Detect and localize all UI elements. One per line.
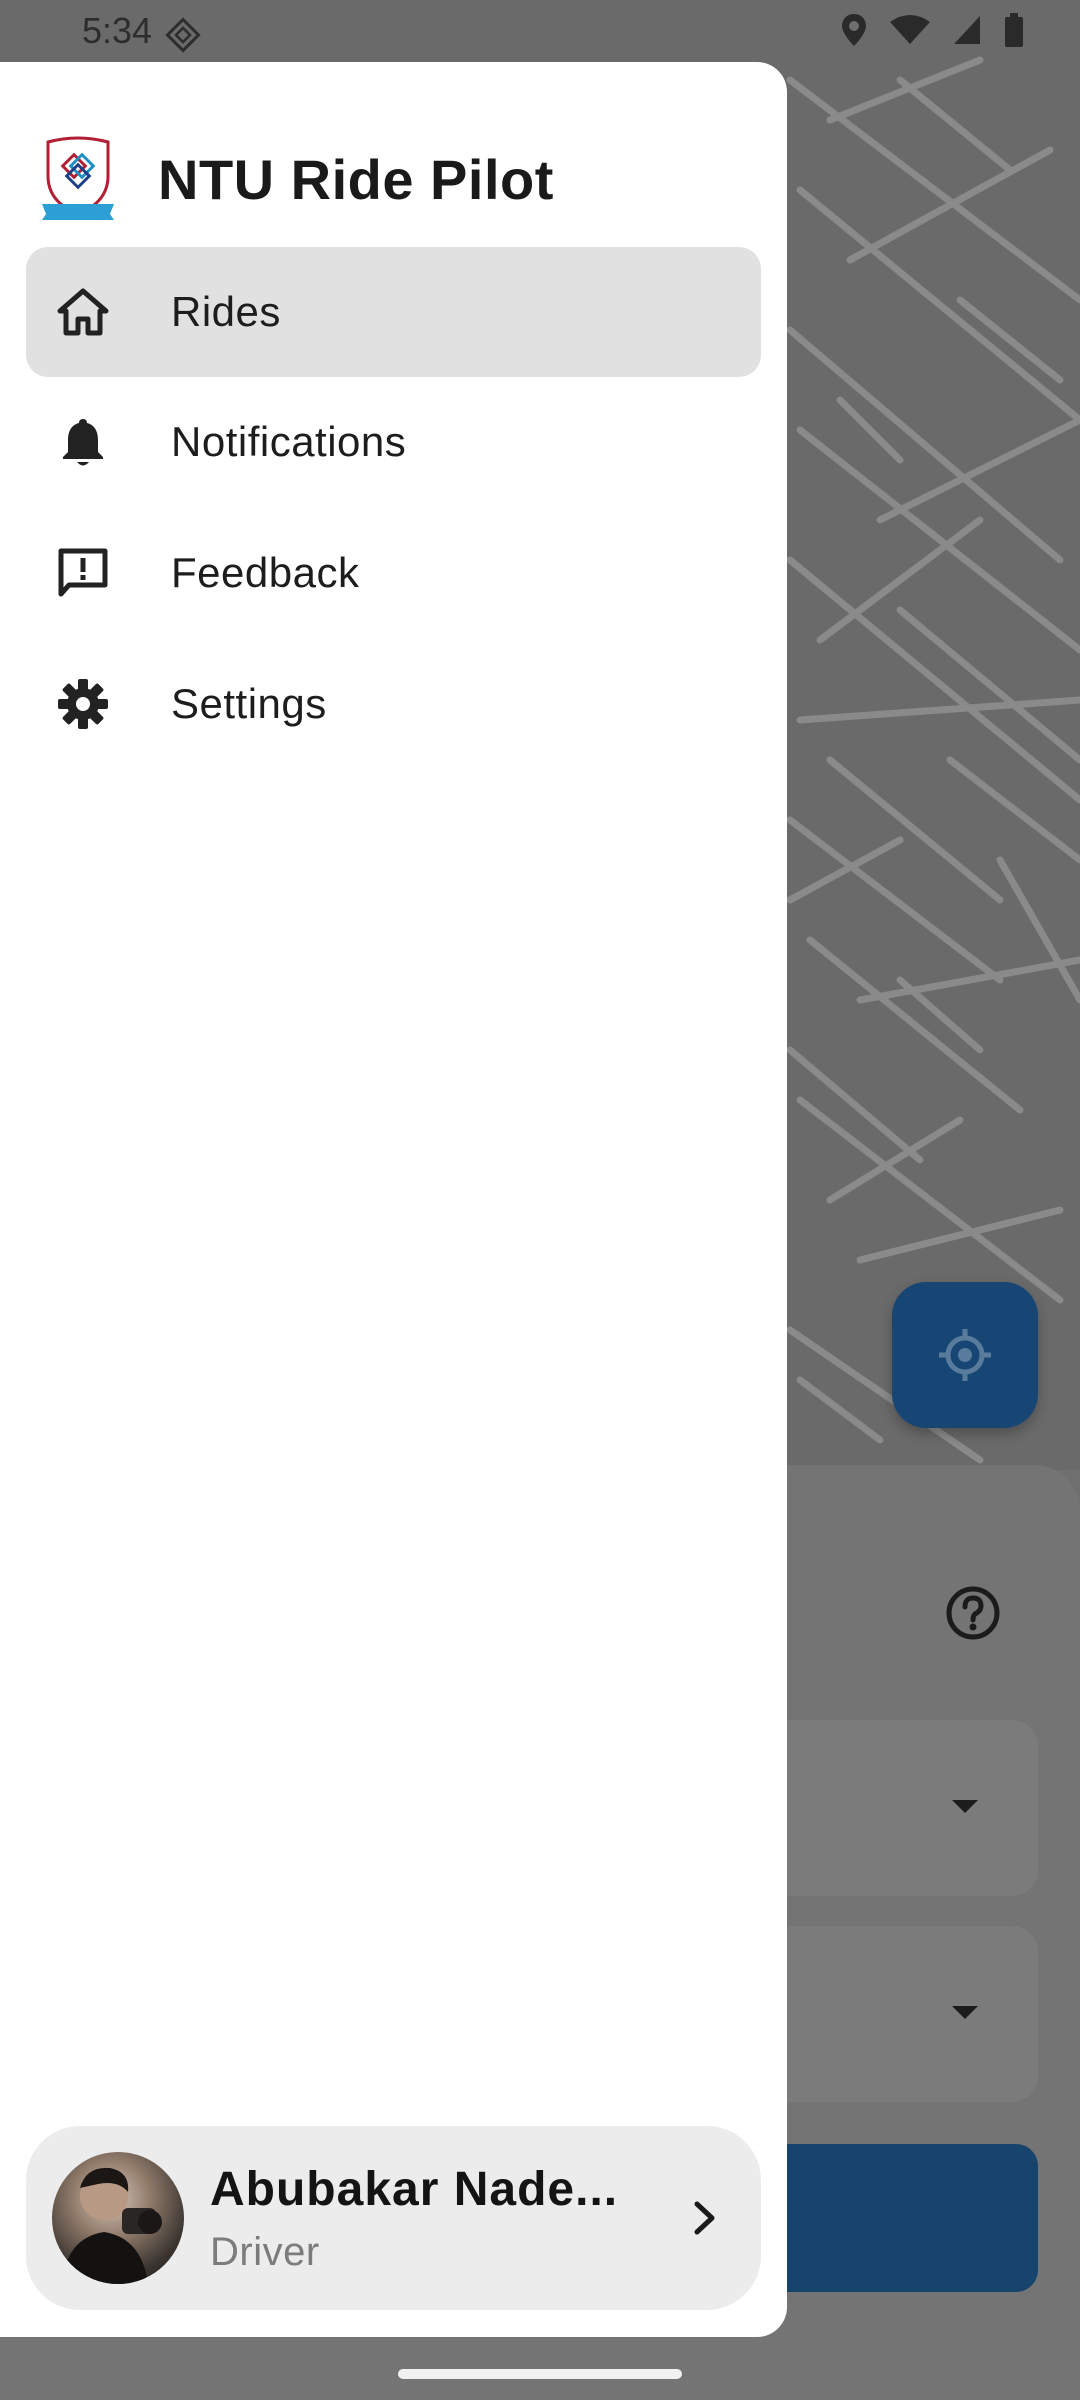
nav-item-label: Rides <box>171 288 281 335</box>
avatar <box>52 2152 184 2284</box>
chevron-right-icon <box>694 2201 715 2235</box>
signal-icon <box>954 16 980 44</box>
drawer-header: NTU Ride Pilot <box>40 124 554 234</box>
nav-item-notifications[interactable]: Notifications <box>26 377 761 507</box>
crosshair-icon <box>939 1329 991 1381</box>
lens-icon <box>165 17 201 53</box>
profile-card[interactable]: Abubakar Nade... Driver <box>26 2126 761 2310</box>
dropdown-arrow-icon <box>952 2006 978 2019</box>
nav-item-label: Settings <box>171 680 327 727</box>
dropdown-arrow-icon <box>952 1800 978 1813</box>
battery-icon <box>1005 13 1023 47</box>
gear-icon <box>58 679 108 729</box>
navigation-drawer: NTU Ride Pilot Rides Notifications Feedb… <box>0 62 787 2337</box>
profile-name: Abubakar Nade... <box>210 2163 619 2216</box>
nav-item-label: Notifications <box>171 418 407 465</box>
home-indicator[interactable] <box>398 2369 682 2379</box>
bell-icon <box>63 419 103 466</box>
ntu-logo <box>42 136 114 220</box>
wifi-icon <box>890 15 930 44</box>
help-icon[interactable] <box>945 1585 1001 1641</box>
status-bar: 5:34 <box>0 0 1080 62</box>
nav-item-settings[interactable]: Settings <box>26 639 761 769</box>
nav-item-label: Feedback <box>171 549 360 596</box>
my-location-button[interactable] <box>892 1282 1038 1428</box>
start-ride-button[interactable] <box>760 2144 1038 2292</box>
nav-item-rides[interactable]: Rides <box>26 247 761 377</box>
location-icon <box>842 14 866 46</box>
route-dropdown[interactable] <box>760 1720 1038 1896</box>
status-time: 5:34 <box>82 10 153 51</box>
feedback-icon <box>58 548 108 597</box>
profile-role: Driver <box>210 2230 320 2274</box>
app-title: NTU Ride Pilot <box>158 147 554 211</box>
home-icon <box>57 288 109 336</box>
bus-dropdown[interactable] <box>760 1926 1038 2102</box>
nav-item-feedback[interactable]: Feedback <box>26 508 761 638</box>
